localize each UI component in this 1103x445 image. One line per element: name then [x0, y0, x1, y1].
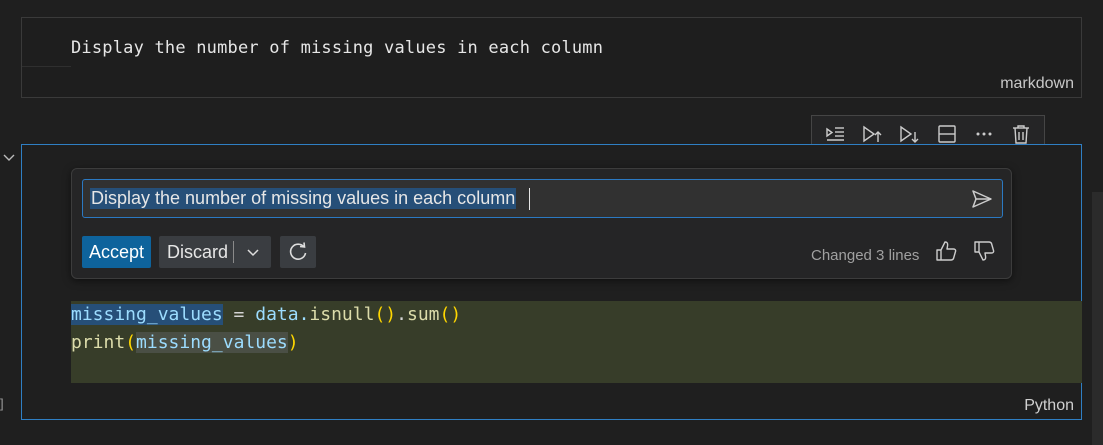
code-token-function: print: [71, 332, 126, 353]
vertical-scrollbar[interactable]: [1092, 192, 1103, 445]
cell-language-label[interactable]: Python: [1024, 397, 1074, 415]
execution-count-bracket: ]: [0, 396, 4, 411]
text-caret: [529, 188, 530, 210]
code-line-1: missing_values = data.isnull().sum(): [71, 304, 461, 325]
code-editor[interactable]: missing_values = data.isnull().sum() pri…: [71, 301, 1082, 383]
code-token-paren: ): [287, 332, 299, 353]
inline-chat-widget: Display the number of missing values in …: [71, 168, 1012, 279]
thumbs-up-icon[interactable]: [934, 239, 958, 263]
discard-dropdown[interactable]: [234, 245, 271, 259]
chat-prompt-text: Display the number of missing values in …: [90, 188, 517, 209]
code-token-paren: (): [374, 304, 397, 325]
collapse-chevron-icon[interactable]: [2, 150, 16, 164]
markdown-gutter-divider: [22, 66, 71, 67]
code-token-function: isnull: [309, 304, 375, 325]
code-token-function: sum: [406, 304, 440, 325]
code-token-variable: missing_values: [71, 304, 223, 325]
markdown-language-label[interactable]: markdown: [1000, 75, 1074, 93]
markdown-cell[interactable]: Display the number of missing values in …: [21, 17, 1082, 98]
code-line-2: print(missing_values): [71, 332, 299, 353]
code-token-variable: missing_values: [136, 332, 288, 353]
thumbs-down-icon[interactable]: [972, 239, 996, 263]
discard-button-group: Discard: [159, 236, 271, 268]
refresh-icon: [289, 242, 307, 260]
changed-lines-status: Changed 3 lines: [811, 247, 920, 264]
markdown-cell-text: Display the number of missing values in …: [71, 38, 604, 58]
discard-button[interactable]: Discard: [159, 242, 233, 263]
code-token-operator: =: [222, 304, 256, 325]
chevron-down-icon: [246, 249, 259, 257]
send-icon[interactable]: [970, 187, 994, 211]
chat-prompt-input[interactable]: Display the number of missing values in …: [82, 179, 1003, 218]
code-token-paren: (): [439, 304, 462, 325]
code-token-dot: .: [396, 304, 407, 325]
regenerate-button[interactable]: [280, 236, 316, 268]
code-token-paren: (: [125, 332, 137, 353]
accept-button[interactable]: Accept: [82, 236, 152, 268]
code-token-object: data.: [255, 304, 310, 325]
